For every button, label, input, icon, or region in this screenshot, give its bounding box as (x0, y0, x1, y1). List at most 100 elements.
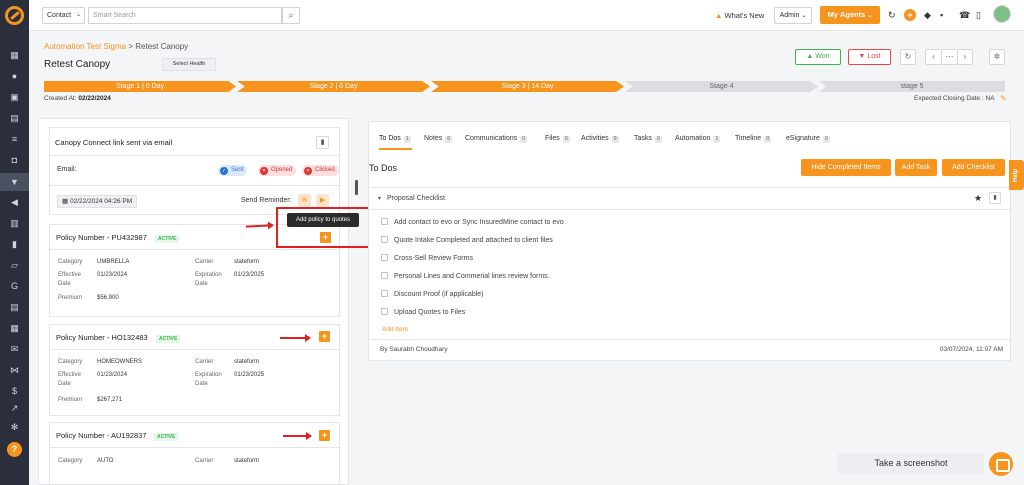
contacts-icon[interactable]: ● (9, 71, 20, 82)
bell-icon[interactable]: ◆ (924, 10, 931, 21)
tab-label: Activities (581, 135, 609, 142)
add-policy-to-quotes-button[interactable]: + (319, 331, 330, 342)
checkbox[interactable] (381, 236, 388, 243)
tab-files[interactable]: Files 0 (545, 135, 570, 143)
breadcrumb-root[interactable]: Automation Test Sigma (44, 42, 126, 51)
checklist-item-label: Cross-Sell Review Forms (394, 255, 473, 262)
checklist-item-label: Discount Proof (if applicable) (394, 291, 484, 298)
select-health-dropdown[interactable]: Select Health (162, 58, 216, 71)
stage-2[interactable]: Stage 2 | 0 Day (237, 81, 430, 92)
checkbox[interactable] (381, 272, 388, 279)
proposal-checklist: ▾ Proposal Checklist ★ ▮ Add contact to … (370, 187, 1011, 361)
take-screenshot-button[interactable]: Take a screenshot (838, 453, 984, 474)
checklist-item[interactable]: Personal Lines and Commerial lines revie… (381, 272, 550, 280)
checkbox[interactable] (381, 218, 388, 225)
tab-activities[interactable]: Activities 0 (581, 135, 619, 143)
checkbox[interactable] (381, 254, 388, 261)
policies-icon[interactable]: ≡ (9, 134, 20, 145)
notifications-icon[interactable]: ▪ (940, 10, 943, 20)
accounts-icon[interactable]: ▤ (9, 113, 20, 124)
tab-esignature[interactable]: eSignature 0 (786, 135, 830, 143)
trash-icon[interactable]: ▮ (989, 192, 1001, 204)
add-checklist-button[interactable]: Add Checklist (942, 159, 1005, 176)
annotation-arrow (280, 334, 311, 342)
star-icon[interactable]: ★ (974, 193, 982, 204)
tab-tasks[interactable]: Tasks 0 (634, 135, 662, 143)
campaign-icon[interactable]: ◀ (9, 197, 20, 208)
help-icon[interactable]: ? (7, 442, 22, 457)
stage-1[interactable]: Stage 1 | 0 Day (44, 81, 236, 92)
calendar-icon[interactable]: ▥ (9, 218, 20, 229)
billing-icon[interactable]: $ (9, 386, 20, 397)
effective-date-label: Date (58, 281, 71, 287)
entity-select[interactable]: Contact ⌄ (42, 7, 85, 24)
dashboard-icon[interactable]: ▦ (9, 50, 20, 61)
help-tab[interactable]: Help (1009, 160, 1024, 190)
policy-title: Policy Number - AU192837 (56, 431, 147, 440)
add-icon[interactable]: + (904, 9, 916, 21)
stage-4[interactable]: Stage 4 (625, 81, 818, 92)
analytics-icon[interactable]: ▮ (9, 239, 20, 250)
panel-resize-handle[interactable] (355, 180, 358, 195)
created-at: Created At: 02/22/2024 (44, 95, 111, 102)
carrier-label: Carrier (195, 458, 214, 464)
pipeline-icon[interactable]: ▼ (0, 173, 29, 191)
won-button[interactable]: ▲ Won (795, 49, 841, 65)
tab-communications[interactable]: Communications 0 (465, 135, 528, 143)
stage-5[interactable]: stage 5 (819, 81, 1005, 92)
more-icon[interactable]: ⋯ (941, 49, 957, 65)
tab-automation[interactable]: Automation 1 (675, 135, 721, 143)
checklist-item[interactable]: Discount Proof (if applicable) (381, 290, 484, 298)
edit-icon[interactable]: ✎ (1000, 94, 1007, 103)
chat-icon[interactable] (989, 452, 1013, 476)
my-agents-button[interactable]: My Agents ⌄ (820, 6, 880, 24)
hide-completed-button[interactable]: Hide Completed Items (801, 159, 891, 176)
add-item-link[interactable]: Add Item (382, 326, 408, 333)
tab-label: Notes (424, 135, 443, 142)
mobile-icon[interactable]: ▯ (976, 10, 981, 21)
caret-down-icon[interactable]: ▾ (378, 195, 381, 202)
checkbox[interactable] (381, 290, 388, 297)
search-input[interactable]: Smart Search (88, 7, 282, 24)
search-icon[interactable]: ⌕ (282, 7, 300, 24)
checklist-item[interactable]: Cross-Sell Review Forms (381, 254, 473, 262)
lost-button[interactable]: ▼ Lost (848, 49, 891, 65)
forms-icon[interactable]: ▤ (9, 302, 20, 313)
add-task-button[interactable]: Add Task (895, 159, 937, 176)
my-agents-label: My Agents (827, 10, 866, 19)
chevron-down-icon: ⌄ (867, 13, 873, 19)
tab-count: 0 (822, 136, 830, 143)
avatar[interactable] (993, 5, 1011, 23)
prev-icon[interactable]: ‹ (925, 49, 941, 65)
stage-3[interactable]: Stage 3 | 14 Day (431, 81, 624, 92)
phone-icon[interactable]: ☎ (959, 10, 970, 21)
sync-icon[interactable]: ↻ (900, 49, 916, 65)
next-icon[interactable]: › (957, 49, 973, 65)
folder-icon[interactable]: ▱ (9, 260, 20, 271)
todos-heading: To Dos (369, 163, 398, 173)
schedule-icon[interactable]: ▦ (9, 323, 20, 334)
chart-icon[interactable]: ↗ (9, 403, 20, 414)
tab-timeline[interactable]: Timeline 0 (735, 135, 772, 143)
app-logo[interactable] (5, 6, 24, 25)
checkbox[interactable] (381, 308, 388, 315)
checklist-item[interactable]: Upload Quotes to Files (381, 308, 465, 316)
tab-todos[interactable]: To Dos 1 (379, 135, 411, 143)
gear-icon[interactable]: ✲ (989, 49, 1005, 65)
settings-icon[interactable]: ✻ (9, 422, 20, 433)
tab-notes[interactable]: Notes 0 (424, 135, 453, 143)
checklist-item[interactable]: Quote Intake Completed and attached to c… (381, 236, 553, 244)
whats-new-link[interactable]: ▲ What's New (715, 11, 764, 20)
checklist-item[interactable]: Add contact to evo or Sync InsuredMine c… (381, 218, 564, 226)
documents-icon[interactable]: ▣ (9, 92, 20, 103)
whats-new-label: What's New (724, 11, 765, 20)
flow-icon[interactable]: ⋈ (9, 365, 20, 376)
reports-icon[interactable]: ◘ (9, 155, 20, 166)
tab-label: Communications (465, 135, 518, 142)
google-icon[interactable]: G (9, 281, 20, 292)
mail-icon[interactable]: ✉ (9, 344, 20, 355)
divider (50, 349, 341, 350)
admin-select[interactable]: Admin ⌄ (774, 7, 812, 24)
refresh-icon[interactable]: ↻ (888, 10, 896, 21)
add-policy-to-quotes-button[interactable]: + (319, 430, 330, 441)
